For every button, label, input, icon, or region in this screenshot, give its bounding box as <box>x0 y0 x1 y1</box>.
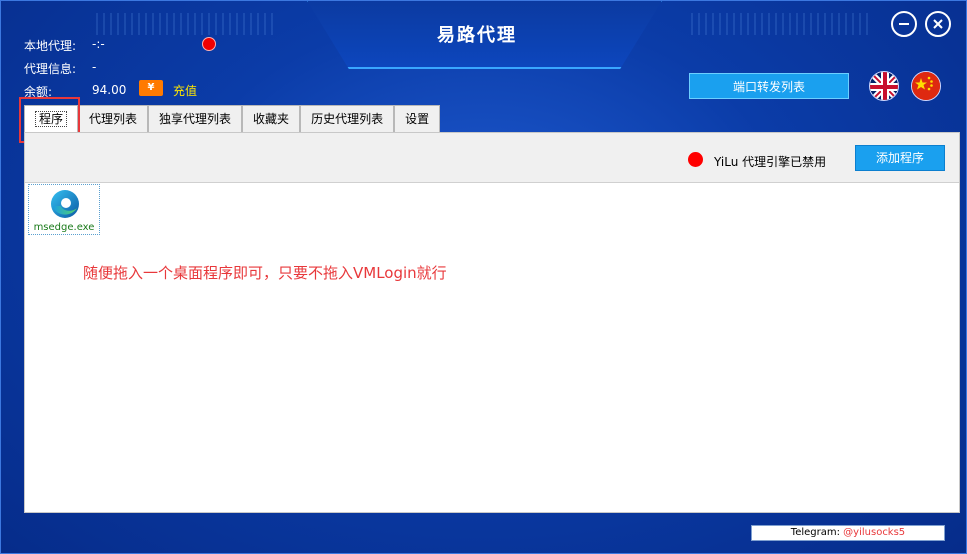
edge-browser-icon <box>51 190 79 218</box>
language-chinese-button[interactable] <box>911 71 941 101</box>
program-name: msedge.exe <box>33 222 95 233</box>
drag-hint-text: 随便拖入一个桌面程序即可，只要不拖入VMLogin就行 <box>83 264 447 282</box>
close-button[interactable] <box>925 11 951 37</box>
app-window: 易路代理 本地代理: -:- 代理信息: - 余额: 94.00 ¥ 充值 端口… <box>0 0 967 554</box>
telegram-label: Telegram: <box>790 527 844 538</box>
add-program-button[interactable]: 添加程序 <box>855 145 945 171</box>
title-decoration-left <box>96 13 276 35</box>
engine-status-indicator <box>688 152 703 167</box>
tab-proxy-list[interactable]: 代理列表 <box>78 105 149 132</box>
telegram-footer[interactable]: Telegram: @yilusocks5 <box>751 525 945 541</box>
local-proxy-label: 本地代理: <box>24 39 77 53</box>
proxy-info-label: 代理信息: <box>24 62 77 76</box>
proxy-status-indicator <box>202 37 216 51</box>
tab-dedicated-proxy-list[interactable]: 独享代理列表 <box>148 105 243 132</box>
telegram-handle[interactable]: @yilusocks5 <box>843 527 905 538</box>
engine-status-text: YiLu 代理引擎已禁用 <box>714 155 827 169</box>
close-icon <box>933 19 943 29</box>
recharge-icon[interactable]: ¥ <box>139 80 163 96</box>
tab-favorites[interactable]: 收藏夹 <box>242 105 301 132</box>
language-english-button[interactable] <box>869 71 899 101</box>
balance-value: 94.00 <box>92 83 127 97</box>
local-proxy-row: 本地代理: -:- <box>24 37 105 54</box>
minimize-icon <box>899 23 909 25</box>
main-tabs: 程序 代理列表 独享代理列表 收藏夹 历史代理列表 设置 <box>24 105 441 133</box>
recharge-link[interactable]: 充值 <box>173 82 197 99</box>
window-title: 易路代理 <box>437 25 517 46</box>
minimize-button[interactable] <box>891 11 917 37</box>
tab-settings[interactable]: 设置 <box>394 105 441 132</box>
uk-flag-icon <box>870 72 898 100</box>
port-forward-list-button[interactable]: 端口转发列表 <box>689 73 849 99</box>
programs-toolbar: YiLu 代理引擎已禁用 添加程序 <box>25 133 959 183</box>
title-decoration-right <box>691 13 871 35</box>
proxy-info-row: 代理信息: - <box>24 60 96 77</box>
proxy-info-value: - <box>92 60 97 74</box>
local-proxy-value: -:- <box>92 37 105 51</box>
china-flag-icon <box>912 72 940 100</box>
tab-history-proxy-list[interactable]: 历史代理列表 <box>300 105 395 132</box>
program-item-msedge[interactable]: msedge.exe <box>28 184 100 235</box>
programs-panel: YiLu 代理引擎已禁用 添加程序 msedge.exe 随便拖入一个桌面程序即… <box>24 132 960 513</box>
